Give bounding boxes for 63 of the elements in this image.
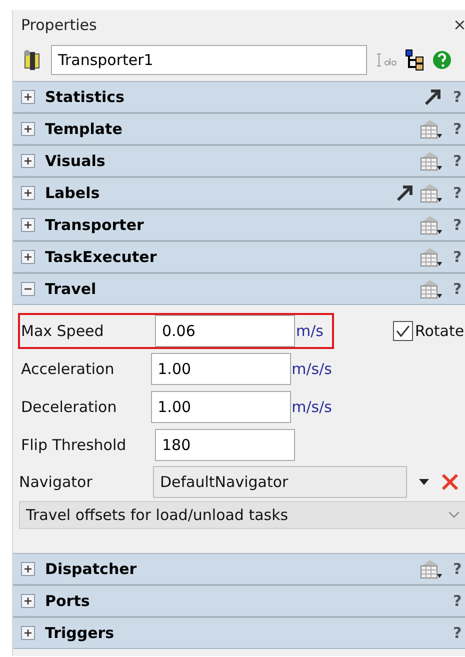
table-icon[interactable] bbox=[419, 558, 443, 580]
close-button[interactable]: × bbox=[453, 17, 465, 33]
input-field[interactable]: 1.00 bbox=[150, 353, 291, 385]
unit-label: m/s/s bbox=[292, 358, 332, 380]
expand-icon[interactable] bbox=[21, 122, 35, 136]
table-icon[interactable] bbox=[419, 214, 443, 236]
check-icon bbox=[396, 325, 410, 337]
section-header[interactable]: Statistics ? bbox=[13, 81, 465, 113]
help-mark: ? bbox=[453, 182, 463, 204]
field-label: Navigator bbox=[19, 472, 94, 493]
help-mark: ? bbox=[453, 118, 463, 140]
collapse-icon[interactable] bbox=[21, 282, 35, 296]
help-mark: ? bbox=[453, 558, 463, 580]
help-mark: ? bbox=[453, 150, 463, 172]
dropdown-caret-icon[interactable] bbox=[419, 479, 429, 485]
checkbox[interactable] bbox=[393, 321, 413, 341]
expand-icon[interactable] bbox=[21, 562, 35, 576]
field-label: Acceleration bbox=[21, 358, 116, 380]
table-icon[interactable] bbox=[419, 118, 443, 140]
help-mark: ? bbox=[453, 214, 463, 236]
panel-title: Properties bbox=[21, 14, 97, 36]
section-header[interactable]: Transporter ? bbox=[13, 209, 465, 241]
section-header[interactable]: Ports ? bbox=[13, 585, 465, 617]
chevron-down-icon bbox=[449, 512, 459, 518]
delete-icon[interactable] bbox=[441, 473, 459, 491]
unit-label: m/s/s bbox=[292, 396, 332, 418]
expand-icon[interactable] bbox=[21, 186, 35, 200]
section-header[interactable]: Visuals ? bbox=[13, 145, 465, 177]
name-field[interactable]: Transporter1 bbox=[51, 45, 367, 75]
help-mark: ? bbox=[453, 246, 463, 268]
help-mark: ? bbox=[453, 86, 463, 108]
input-field[interactable]: 1.00 bbox=[150, 391, 291, 423]
field-label: Flip Threshold bbox=[21, 434, 128, 456]
section-header[interactable]: Labels ? bbox=[13, 177, 465, 209]
expand-icon[interactable] bbox=[21, 626, 35, 640]
input-field[interactable]: 180 bbox=[155, 429, 295, 461]
unit-label: m/s bbox=[296, 320, 324, 342]
section-header[interactable]: Triggers ? bbox=[13, 617, 465, 649]
table-icon[interactable] bbox=[419, 278, 443, 300]
field-label: Max Speed bbox=[21, 320, 105, 342]
section-header[interactable]: TaskExecuter ? bbox=[13, 241, 465, 273]
field-label: Deceleration bbox=[21, 396, 118, 418]
input-field[interactable]: 0.06 bbox=[155, 315, 295, 347]
checkbox-label: Rotate bbox=[415, 320, 464, 342]
navigator-field[interactable]: DefaultNavigator bbox=[153, 466, 407, 498]
section-header[interactable]: Travel ? bbox=[13, 273, 465, 305]
expand-icon[interactable] bbox=[21, 218, 35, 232]
expand-icon[interactable] bbox=[21, 154, 35, 168]
arrow-icon[interactable] bbox=[395, 183, 415, 203]
tree-icon[interactable] bbox=[405, 49, 425, 71]
section-header[interactable]: Template ? bbox=[13, 113, 465, 145]
section-header[interactable]: Dispatcher ? bbox=[13, 553, 465, 585]
arrow-icon[interactable] bbox=[423, 87, 443, 107]
table-icon[interactable] bbox=[419, 246, 443, 268]
expand-icon[interactable] bbox=[21, 594, 35, 608]
help-mark: ? bbox=[453, 590, 463, 612]
table-icon[interactable] bbox=[419, 150, 443, 172]
help-mark: ? bbox=[453, 278, 463, 300]
help-mark: ? bbox=[453, 622, 463, 644]
offsets-dropdown[interactable]: Travel offsets for load/unload tasks bbox=[19, 501, 465, 529]
help-icon[interactable] bbox=[433, 50, 451, 70]
expand-icon[interactable] bbox=[21, 250, 35, 264]
expand-icon[interactable] bbox=[21, 90, 35, 104]
